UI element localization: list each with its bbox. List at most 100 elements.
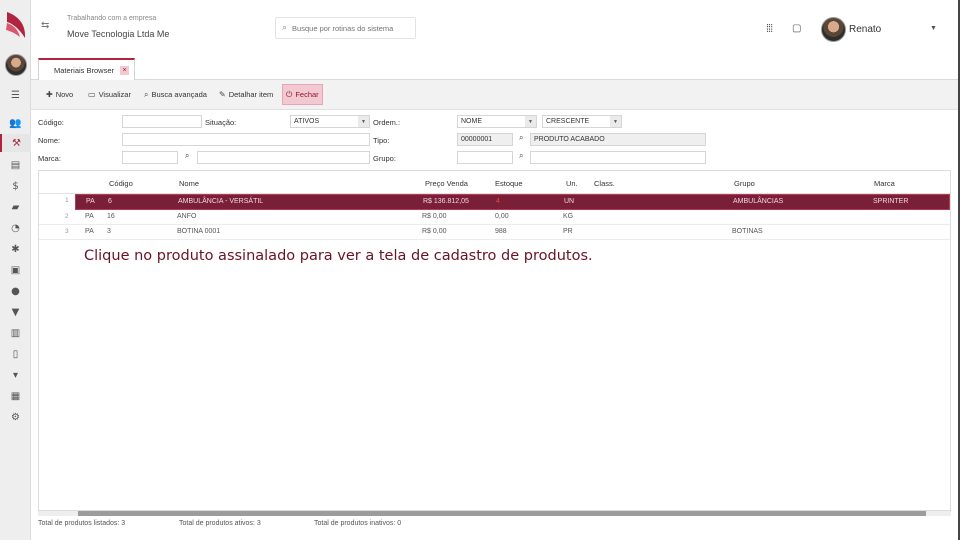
chevron-down-icon[interactable]: ▼ [930, 25, 937, 32]
tipo-label: Tipo: [373, 136, 390, 145]
cell-nome: ANFO [177, 213, 197, 220]
search-icon: ⌕ [282, 23, 288, 33]
marca-search-icon[interactable]: ⌕ [185, 151, 189, 161]
brand-logo-icon[interactable] [4, 10, 28, 40]
selected-row-highlight[interactable]: PA 6 AMBULÂNCIA - VERSÁTIL R$ 136.812,05… [75, 194, 950, 210]
tab-bar: Materiais Browser × [31, 56, 958, 80]
chat-icon[interactable]: ▢ [792, 23, 801, 34]
top-bar: ⇆ Trabalhando com a empresa Move Tecnolo… [31, 0, 960, 56]
chevron-down-icon: ▼ [358, 116, 369, 127]
marca-desc-input[interactable] [197, 151, 370, 164]
cell-marca: SPRINTER [873, 198, 909, 205]
grupo-desc-input[interactable] [530, 151, 706, 164]
cell-preco: R$ 136.812,05 [423, 198, 469, 205]
search-box[interactable]: ⌕ [275, 17, 416, 39]
cell-un: UN [564, 198, 575, 205]
col-grupo[interactable]: Grupo [734, 179, 755, 188]
chat-bubbles-icon[interactable]: ● [0, 282, 31, 300]
tipo-search-icon[interactable]: ⌕ [519, 133, 523, 143]
grid-header: Código Nome Preço Venda Estoque Un. Clas… [39, 171, 950, 194]
filter-icon[interactable]: ▼ [0, 303, 31, 321]
power-icon: ⏻ [286, 89, 293, 99]
tab-label: Materiais Browser [54, 65, 115, 75]
cell-un: PR [563, 228, 573, 235]
grid-icon[interactable]: ▦ [0, 387, 31, 405]
detalhar-item-button[interactable]: ✎ Detalhar item [216, 84, 276, 105]
table-row-3[interactable]: 3 PA 3 BOTINA 0001 R$ 0,00 988 PR BOTINA… [39, 225, 950, 240]
marca-code-input[interactable] [122, 151, 178, 164]
company-name[interactable]: Move Tecnologia Ltda Me [67, 29, 169, 39]
cell-tipo: PA [85, 228, 94, 235]
sidebar-avatar[interactable] [5, 54, 27, 76]
tools-icon[interactable]: ⚒ [0, 134, 31, 152]
apps-grid-icon[interactable]: ⁞⁞⁞ [766, 23, 773, 35]
id-card-icon[interactable]: ▣ [0, 261, 31, 279]
wrench-icon[interactable]: ✱ [0, 240, 31, 258]
table-row-1[interactable]: 1 PA 6 AMBULÂNCIA - VERSÁTIL R$ 136.812,… [39, 194, 950, 210]
monitor-icon: ▭ [88, 90, 96, 99]
col-estoque[interactable]: Estoque [495, 179, 523, 188]
settings-icon[interactable]: ⚙ [0, 408, 31, 426]
scrollbar-thumb[interactable] [78, 511, 926, 516]
busca-avancada-button[interactable]: ⌕ Busca avançada [141, 84, 210, 105]
wrench-icon: ✎ [219, 90, 226, 99]
ordem-select[interactable]: NOME ▼ [457, 115, 537, 128]
total-listados: Total de produtos listados: 3 [38, 520, 126, 527]
user-avatar[interactable] [821, 17, 846, 42]
col-class[interactable]: Class. [594, 179, 615, 188]
chevron-down-icon: ▼ [610, 116, 621, 127]
dollar-icon[interactable]: $ [0, 177, 31, 195]
tab-materiais-browser[interactable]: Materiais Browser × [38, 58, 136, 80]
fechar-button[interactable]: ⏻ Fechar [282, 84, 323, 105]
search-icon: ⌕ [144, 89, 149, 99]
close-icon[interactable]: × [120, 65, 130, 75]
nome-input[interactable] [122, 133, 370, 146]
tipo-code-input[interactable]: 00000001 [457, 133, 513, 146]
cell-preco: R$ 0,00 [422, 213, 447, 220]
visualizar-button[interactable]: ▭ Visualizar [85, 84, 134, 105]
menu-icon[interactable]: ☰ [0, 86, 31, 104]
chevron-down-icon: ▼ [525, 116, 536, 127]
cell-codigo: 6 [108, 198, 112, 205]
marca-label: Marca: [38, 154, 61, 163]
col-marca[interactable]: Marca [874, 179, 895, 188]
tipo-desc-input[interactable]: PRODUTO ACABADO [530, 133, 706, 146]
documents-icon[interactable]: ▯ [0, 345, 31, 363]
col-preco-venda[interactable]: Preço Venda [425, 179, 468, 188]
codigo-label: Código: [38, 118, 64, 127]
basket-icon[interactable]: ▾ [0, 366, 31, 384]
detalhar-item-label: Detalhar item [228, 90, 274, 99]
direcao-value: CRESCENTE [546, 118, 590, 125]
table-row-2[interactable]: 2 PA 16 ANFO R$ 0,00 0,00 KG [39, 210, 950, 225]
horizontal-scrollbar[interactable] [38, 511, 951, 516]
company-switch-icon[interactable]: ⇆ [41, 20, 49, 31]
col-codigo[interactable]: Código [109, 179, 133, 188]
row-number: 3 [65, 228, 69, 235]
cell-grupo: BOTINAS [732, 228, 763, 235]
cell-codigo: 3 [107, 228, 111, 235]
col-nome[interactable]: Nome [179, 179, 199, 188]
novo-label: Novo [55, 90, 74, 99]
products-grid: Código Nome Preço Venda Estoque Un. Clas… [38, 170, 951, 511]
total-ativos: Total de produtos ativos: 3 [179, 520, 261, 527]
bar-chart-icon[interactable]: ▥ [0, 324, 31, 342]
situacao-label: Situação: [205, 118, 237, 127]
situacao-value: ATIVOS [294, 118, 320, 125]
grupo-search-icon[interactable]: ⌕ [519, 151, 523, 161]
calculator-icon[interactable]: ▤ [0, 156, 31, 174]
search-input[interactable] [292, 23, 403, 33]
grupo-code-input[interactable] [457, 151, 513, 164]
col-un[interactable]: Un. [566, 179, 578, 188]
visualizar-label: Visualizar [98, 90, 131, 99]
ordem-label: Ordem.: [373, 118, 401, 127]
users-icon[interactable]: 👥 [0, 114, 31, 132]
total-inativos: Total de produtos inativos: 0 [314, 520, 402, 527]
novo-button[interactable]: ✚ Novo [43, 84, 76, 105]
situacao-select[interactable]: ATIVOS ▼ [290, 115, 370, 128]
truck-icon[interactable]: ▰ [0, 198, 31, 216]
direcao-select[interactable]: CRESCENTE ▼ [542, 115, 622, 128]
codigo-input[interactable] [122, 115, 202, 128]
pie-chart-icon[interactable]: ◔ [0, 219, 31, 237]
tipo-code: 00000001 [461, 136, 493, 143]
user-name[interactable]: Renato [849, 24, 881, 35]
